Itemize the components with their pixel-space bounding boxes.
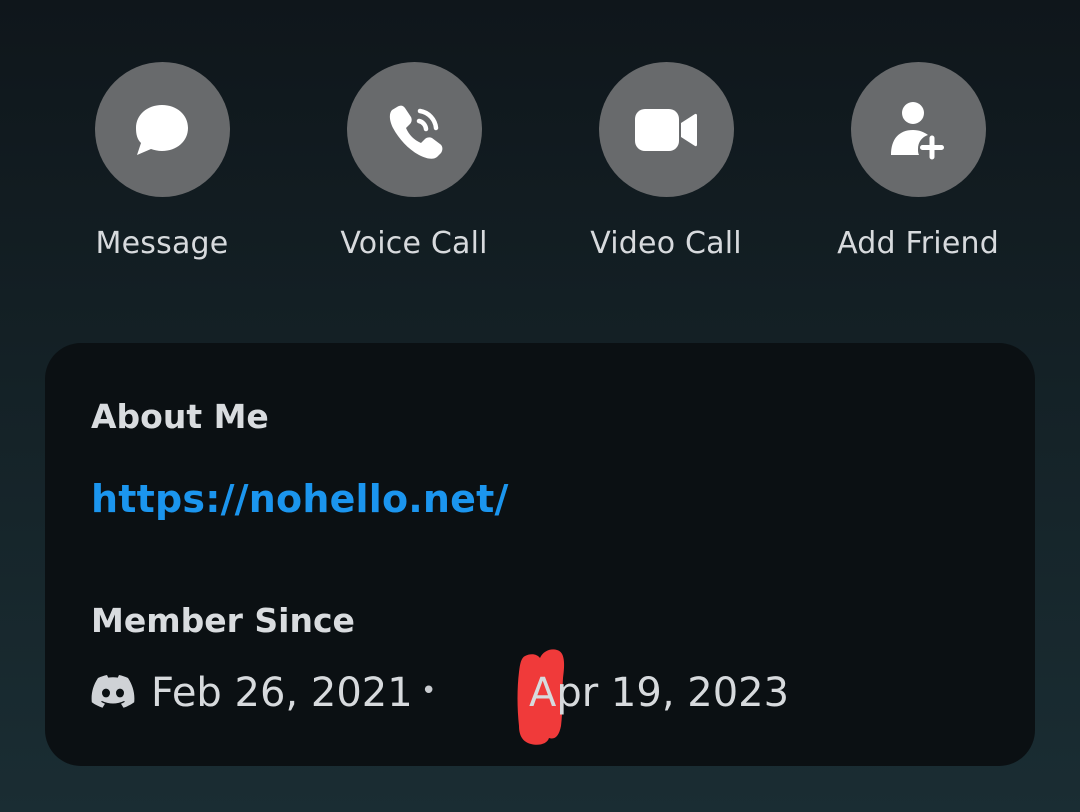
add-friend-button-circle[interactable]: [850, 62, 986, 197]
member-since-row: Feb 26, 2021 • Apr 19, 2023: [91, 649, 991, 745]
voice-call-label: Voice Call: [340, 226, 488, 261]
video-call-label: Video Call: [590, 226, 742, 261]
video-call-button-circle[interactable]: [598, 62, 734, 197]
discord-member-since-date: Feb 26, 2021: [151, 670, 413, 716]
add-friend-label: Add Friend: [837, 226, 999, 261]
video-call-button[interactable]: Video Call: [546, 62, 786, 261]
profile-actions: Message Voice Call Video Call Add Friend: [0, 0, 1080, 300]
voice-call-button[interactable]: Voice Call: [294, 62, 534, 261]
about-me-link[interactable]: https://nohello.net/: [91, 477, 509, 521]
profile-info-card: About Me https://nohello.net/ Member Sin…: [45, 343, 1035, 766]
about-me-heading: About Me: [91, 397, 269, 436]
member-since-heading: Member Since: [91, 601, 355, 640]
phone-call-icon: [389, 105, 443, 159]
date-separator: •: [421, 676, 437, 706]
voice-call-button-circle[interactable]: [346, 62, 482, 197]
message-label: Message: [95, 226, 229, 261]
add-friend-button[interactable]: Add Friend: [798, 62, 1038, 261]
server-member-since-date: Apr 19, 2023: [529, 670, 790, 716]
message-button-circle[interactable]: [94, 62, 230, 197]
message-button[interactable]: Message: [42, 62, 282, 261]
chat-bubble-icon: [136, 104, 188, 155]
add-friend-icon: [891, 101, 944, 159]
discord-logo-icon: [91, 675, 135, 708]
video-camera-icon: [635, 108, 697, 151]
